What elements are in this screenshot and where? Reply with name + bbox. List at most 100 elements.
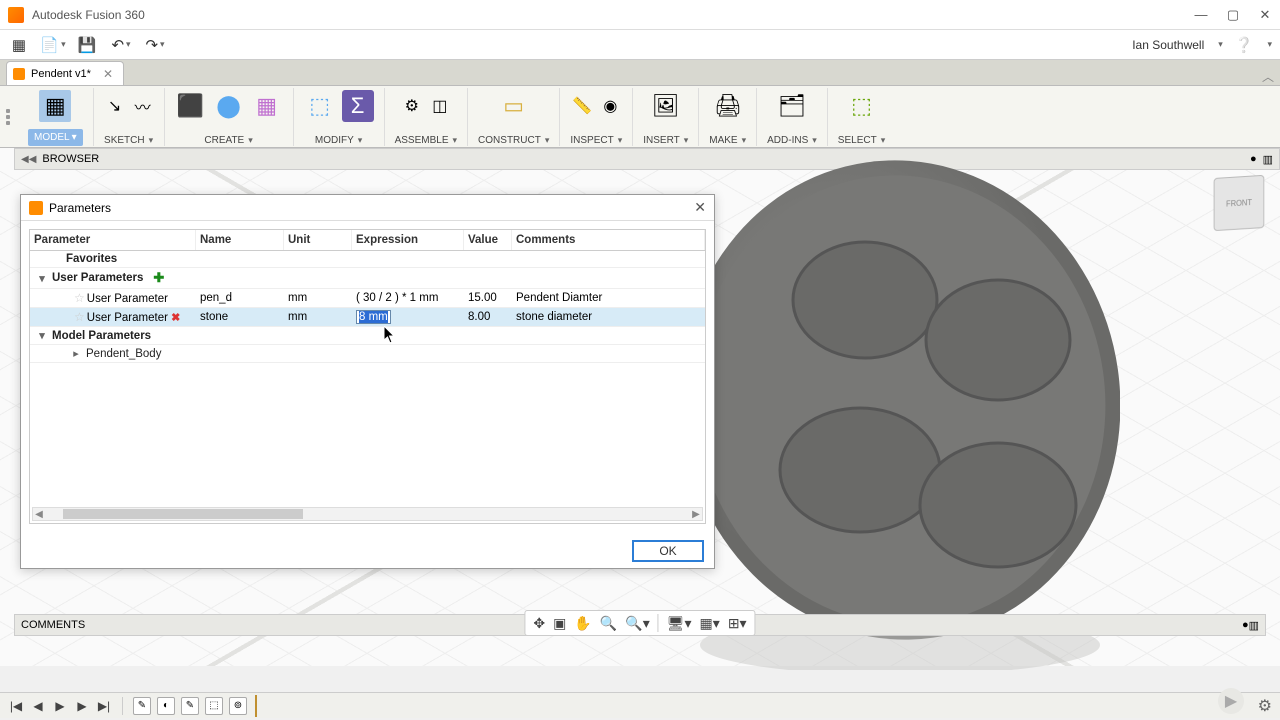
display-settings-icon[interactable]: 🖥▾ [667,615,692,632]
header-unit[interactable]: Unit [284,230,352,250]
dialog-close-button[interactable]: ✕ [694,199,706,216]
parameters-table: Parameter Name Unit Expression Value Com… [29,229,706,524]
section-model-parameters[interactable]: ▾Model Parameters [30,327,705,345]
header-parameter[interactable]: Parameter [30,230,196,250]
grid-menu-button[interactable]: ▦ [8,34,30,56]
as-built-joint-icon[interactable]: ◫ [429,95,451,117]
timeline-settings-icon[interactable]: ⚙ [1258,696,1272,716]
workspace-icon[interactable]: ▦ [39,90,71,122]
workspace-dropdown[interactable]: MODEL▾ [28,129,83,146]
pan-icon[interactable]: ✋ [574,615,591,632]
add-user-parameter-button[interactable]: ✚ [153,270,164,286]
browser-pin-icon[interactable]: ▥ [1263,153,1273,166]
zoom-icon[interactable]: 🔍 [600,615,617,632]
document-tab-bar: Pendent v1* ✕ ︿ [0,60,1280,86]
header-value[interactable]: Value [464,230,512,250]
favorite-star-icon[interactable]: ☆ [74,291,85,305]
header-name[interactable]: Name [196,230,284,250]
decal-icon[interactable]: 🖼 [650,90,682,122]
cell-comments[interactable]: stone diameter [512,309,705,325]
view-cube[interactable]: FRONT [1214,175,1265,231]
close-tab-button[interactable]: ✕ [103,67,113,81]
document-tab[interactable]: Pendent v1* ✕ [6,61,124,85]
select-icon[interactable]: ⬚ [846,90,878,122]
timeline-prev-button[interactable]: ◀ [30,698,46,714]
measure-icon[interactable]: 📏 [571,95,593,117]
parameters-icon[interactable]: Σ [342,90,374,122]
inspect-dropdown[interactable]: INSPECT▾ [570,135,622,146]
spline-tool-icon[interactable]: 〰 [132,95,154,117]
comments-options-icon[interactable]: ● [1242,619,1249,631]
favorite-star-icon[interactable]: ☆ [74,310,85,324]
plane-icon[interactable]: ▭ [498,90,530,122]
browser-options-icon[interactable]: ● [1250,153,1257,165]
modify-dropdown[interactable]: MODIFY▾ [315,135,362,146]
header-expression[interactable]: Expression [352,230,464,250]
section-favorites[interactable]: Favorites [30,251,705,268]
timeline-feature-extrude[interactable]: ⬚ [205,697,223,715]
addins-dropdown[interactable]: ADD-INS▾ [767,135,817,146]
timeline-start-button[interactable]: |◀ [8,698,24,714]
grid-settings-icon[interactable]: ▦▾ [700,615,720,632]
cell-expression-editing[interactable]: 8 mm [352,308,464,326]
zoom-window-icon[interactable]: 🔍▾ [625,615,649,632]
look-at-icon[interactable]: ▣ [553,615,566,632]
press-pull-icon[interactable]: ⬚ [304,90,336,122]
header-comments[interactable]: Comments [512,230,705,250]
assemble-dropdown[interactable]: ASSEMBLE▾ [395,135,457,146]
pattern-tool-icon[interactable]: ▦ [251,90,283,122]
dialog-titlebar[interactable]: Parameters ✕ [21,195,714,221]
timeline-feature-revolve[interactable]: ◐ [157,697,175,715]
select-dropdown[interactable]: SELECT▾ [838,135,885,146]
section-user-parameters[interactable]: ▾User Parameters ✚ [30,268,705,289]
cell-comments[interactable]: Pendent Diamter [512,290,705,306]
save-button[interactable]: 💾 [76,34,98,56]
box-tool-icon[interactable]: ⬛ [175,90,207,122]
cylinder-tool-icon[interactable]: ⬤ [213,90,245,122]
insert-dropdown[interactable]: INSERT▾ [643,135,688,146]
file-menu-button[interactable]: 📄▾ [42,34,64,56]
section-pendant-body[interactable]: ▸Pendent_Body [30,345,705,363]
collapse-browser-icon[interactable]: ◀◀ [21,154,36,165]
orbit-icon[interactable]: ✥ [533,615,545,632]
construct-dropdown[interactable]: CONSTRUCT▾ [478,135,549,146]
cell-name[interactable]: pen_d [196,290,284,306]
timeline-feature-sketch2[interactable]: ✎ [181,697,199,715]
comments-pin-icon[interactable]: ▥ [1249,619,1259,632]
cell-expression[interactable]: ( 30 / 2 ) * 1 mm [352,290,464,306]
play-overlay-icon[interactable]: ▶ [1218,688,1244,714]
ribbon-group-create: ⬛ ⬤ ▦ CREATE▾ [165,88,294,146]
timeline-play-button[interactable]: ▶ [74,698,90,714]
timeline-feature-sketch[interactable]: ✎ [133,697,151,715]
horizontal-scrollbar[interactable]: ◀ ▶ [32,507,703,521]
window-maximize-button[interactable]: ▢ [1226,8,1240,22]
window-close-button[interactable]: ✕ [1258,8,1272,22]
table-row[interactable]: ☆User Parameter ✖ stone mm 8 mm 8.00 sto… [30,308,705,327]
timeline-end-button[interactable]: ▶| [96,698,112,714]
joint-icon[interactable]: ⚙ [401,95,423,117]
delete-parameter-button[interactable]: ✖ [171,312,180,324]
timeline-marker[interactable] [255,695,257,717]
timeline-feature-pattern[interactable]: ⊚ [229,697,247,715]
viewport-settings-icon[interactable]: ⊞▾ [728,615,747,632]
print-icon[interactable]: 🖨 [712,90,744,122]
help-button[interactable]: ❔ [1235,36,1254,54]
cell-name[interactable]: stone [196,309,284,325]
timeline-next-button[interactable]: ▶ [52,698,68,714]
undo-button[interactable]: ↶▾ [110,34,132,56]
expand-tabs-chevron[interactable]: ︿ [1262,68,1274,85]
create-dropdown[interactable]: CREATE▾ [204,135,252,146]
line-tool-icon[interactable]: ↘ [104,95,126,117]
addins-icon[interactable]: 🗂 [776,90,808,122]
make-dropdown[interactable]: MAKE▾ [709,135,746,146]
table-row[interactable]: ☆User Parameter pen_d mm ( 30 / 2 ) * 1 … [30,289,705,308]
ok-button[interactable]: OK [632,540,704,562]
sketch-dropdown[interactable]: SKETCH▾ [104,135,153,146]
interference-icon[interactable]: ◉ [599,95,621,117]
cell-unit[interactable]: mm [284,290,352,306]
window-minimize-button[interactable]: — [1194,8,1208,22]
cell-unit[interactable]: mm [284,309,352,325]
redo-button[interactable]: ↷▾ [144,34,166,56]
scrollbar-thumb[interactable] [63,509,303,519]
user-name[interactable]: Ian Southwell [1132,38,1204,52]
